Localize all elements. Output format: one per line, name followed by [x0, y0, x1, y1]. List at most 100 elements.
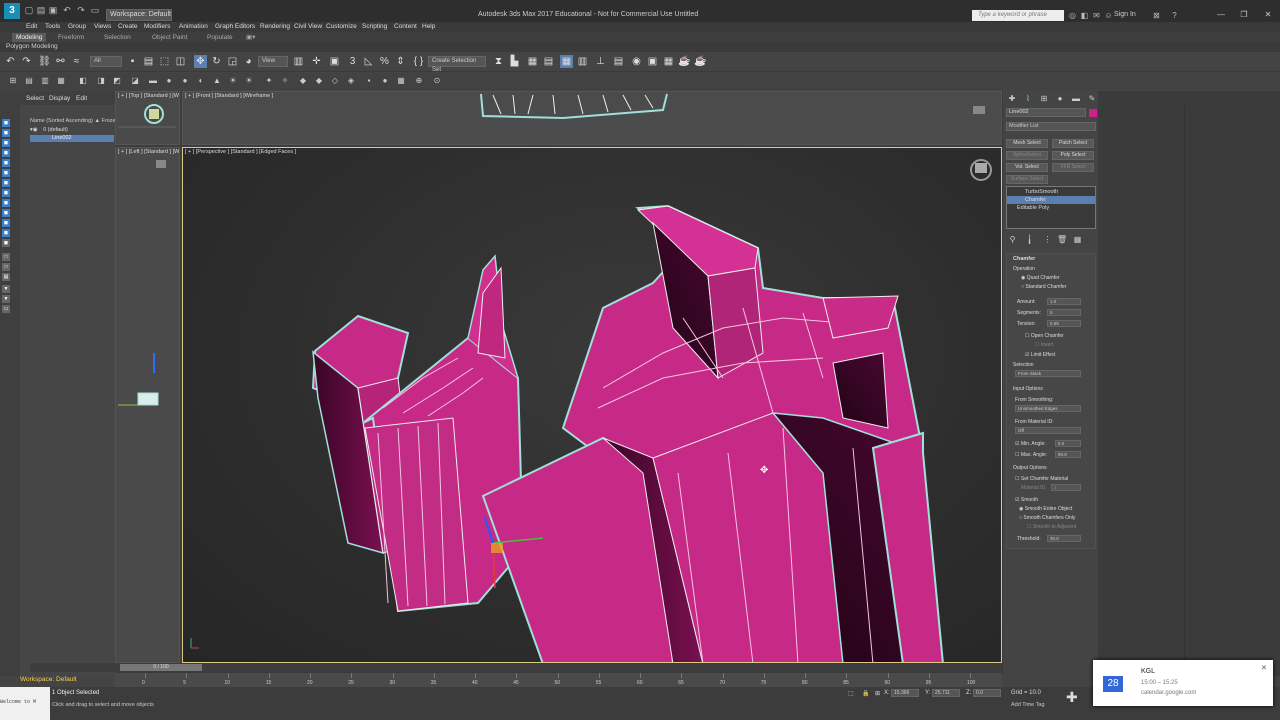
menu-tools[interactable]: Tools: [45, 23, 60, 30]
selection-dropdown[interactable]: From Stack: [1015, 370, 1081, 377]
viewcube-icon[interactable]: [970, 159, 992, 181]
tool-icon[interactable]: ●: [380, 76, 390, 86]
new-file-icon[interactable]: ▢: [24, 5, 34, 15]
menu-views[interactable]: Views: [94, 23, 111, 30]
link-icon[interactable]: ⛓: [38, 55, 51, 68]
bind-spacewarp-icon[interactable]: ≈: [70, 55, 83, 68]
restore-icon[interactable]: ❐: [1237, 10, 1251, 20]
tool-icon[interactable]: ⊞: [8, 76, 18, 86]
named-selection-dropdown[interactable]: Create Selection Set: [428, 56, 486, 73]
graphite-tools-icon[interactable]: ▥: [576, 55, 589, 68]
surface-select-button[interactable]: Surface Select: [1006, 175, 1048, 184]
tool-icon[interactable]: ▪: [364, 76, 374, 86]
z-coordinate-field[interactable]: 0.0: [973, 689, 1001, 697]
hierarchy-tab-icon[interactable]: ⊞: [1039, 94, 1049, 104]
filter-groups-icon[interactable]: ◼: [2, 179, 10, 187]
tool-icon[interactable]: ▥: [40, 76, 50, 86]
tool-icon[interactable]: ✦: [264, 76, 274, 86]
material-id-spinner[interactable]: 1: [1051, 484, 1081, 491]
menu-group[interactable]: Group: [68, 23, 86, 30]
layer-explorer-icon[interactable]: ▦: [526, 55, 539, 68]
menu-content[interactable]: Content: [394, 23, 417, 30]
explorer-row-object[interactable]: Line002: [30, 135, 114, 142]
display-none-icon[interactable]: □: [2, 253, 10, 261]
amount-spinner[interactable]: 1.0: [1047, 298, 1081, 305]
close-icon[interactable]: ✕: [1261, 10, 1275, 20]
viewport-front-label[interactable]: [ + ] [Front ] [Standard ] [Wireframe ]: [185, 93, 273, 99]
max-angle-spinner[interactable]: 90.0: [1055, 451, 1081, 458]
y-coordinate-field[interactable]: 25.711: [932, 689, 960, 697]
window-crossing-icon[interactable]: ◫: [174, 55, 187, 68]
remove-modifier-icon[interactable]: 🗑: [1057, 235, 1067, 244]
display-tab-icon[interactable]: ▬: [1071, 94, 1081, 104]
tool-icon[interactable]: ◧: [78, 76, 88, 86]
vol-select-button[interactable]: Vol. Select: [1006, 163, 1048, 172]
sphere-icon[interactable]: ◐: [196, 76, 206, 86]
unlink-icon[interactable]: ⚯: [54, 55, 67, 68]
angle-snap-icon[interactable]: ◺: [362, 55, 375, 68]
explorer-tab-select[interactable]: Select: [26, 95, 44, 102]
create-tab-icon[interactable]: ✚: [1007, 94, 1017, 104]
project-folder-icon[interactable]: ▭: [90, 5, 100, 15]
make-unique-icon[interactable]: ⋮: [1043, 235, 1052, 244]
tension-spinner[interactable]: 0.69: [1047, 320, 1081, 327]
utilities-tab-icon[interactable]: ✎: [1087, 94, 1097, 104]
search-input[interactable]: Type a keyword or phrase: [972, 10, 1064, 21]
sphere-icon[interactable]: ●: [164, 76, 174, 86]
subscription-icon[interactable]: ◧: [1080, 11, 1089, 20]
motion-tab-icon[interactable]: ●: [1055, 94, 1065, 104]
snaps-toggle-icon[interactable]: 3: [346, 55, 359, 68]
select-manipulate-icon[interactable]: ✛: [310, 55, 323, 68]
selection-lock-icon[interactable]: 🔒: [862, 690, 869, 697]
edit-named-sets-icon[interactable]: { }: [412, 55, 425, 68]
material-editor-icon[interactable]: ◉: [630, 55, 643, 68]
workspace-label[interactable]: Workspace: Default: [20, 676, 77, 683]
object-color-swatch[interactable]: [1089, 109, 1097, 117]
viewport-top-label[interactable]: [ + ] [Top ] [Standard ] [W: [118, 93, 179, 99]
smooth-entire-radio[interactable]: ◉ Smooth Entire Object: [1019, 506, 1072, 512]
keyboard-shortcut-icon[interactable]: ▣: [328, 55, 341, 68]
explorer-tab-display[interactable]: Display: [49, 95, 70, 102]
min-angle-spinner[interactable]: 5.0: [1055, 440, 1081, 447]
filter-hidden-icon[interactable]: ◼: [2, 229, 10, 237]
patch-select-button[interactable]: Patch Select: [1052, 139, 1094, 148]
filter-all-icon[interactable]: ◼: [2, 239, 10, 247]
viewport-top[interactable]: [ + ] [Top ] [Standard ] [W: [115, 91, 180, 145]
curve-editor-icon[interactable]: ⊥: [594, 55, 607, 68]
modifier-list-dropdown[interactable]: Modifier List: [1006, 122, 1096, 131]
polygon-modeling-label[interactable]: Polygon Modeling: [6, 43, 58, 50]
isolate-icon[interactable]: ⬚: [848, 690, 854, 697]
smoothing-dropdown[interactable]: Unsmoothed Edges: [1015, 405, 1081, 412]
viewport-front[interactable]: [ + ] [Front ] [Standard ] [Wireframe ]: [182, 91, 1002, 145]
viewport-left-label[interactable]: [ + ] [Left ] [Standard ] [W: [118, 149, 179, 155]
spinner-snap-icon[interactable]: ⇕: [394, 55, 407, 68]
filter-xrefs-icon[interactable]: ◼: [2, 189, 10, 197]
rendered-frame-icon[interactable]: ▦: [662, 55, 675, 68]
tool-icon[interactable]: ◨: [96, 76, 106, 86]
menu-scripting[interactable]: Scripting: [362, 23, 387, 30]
user-icon[interactable]: ☺: [1104, 11, 1113, 20]
set-chamfer-material-checkbox[interactable]: ☐ Set Chamfer Material: [1015, 476, 1068, 482]
viewport-left[interactable]: [ + ] [Left ] [Standard ] [W: [115, 147, 180, 663]
rollout-title[interactable]: Chamfer: [1013, 256, 1035, 262]
tool-icon[interactable]: ⊙: [432, 76, 442, 86]
filter-shapes-icon[interactable]: ◼: [2, 129, 10, 137]
selection-filter-dropdown[interactable]: All: [90, 56, 122, 67]
notification-close-icon[interactable]: ✕: [1261, 664, 1267, 672]
open-file-icon[interactable]: ▤: [36, 5, 46, 15]
left-viewcube-icon[interactable]: [156, 160, 166, 168]
tool-icon[interactable]: ▬: [148, 76, 158, 86]
toggle-ribbon-icon[interactable]: ▤: [542, 55, 555, 68]
pivot-center-icon[interactable]: ▥: [292, 55, 305, 68]
front-viewcube-icon[interactable]: [973, 106, 985, 114]
viewcube-face[interactable]: [975, 163, 987, 173]
filter-frozen-icon[interactable]: ◼: [2, 219, 10, 227]
show-end-result-icon[interactable]: ╽: [1025, 235, 1034, 244]
help-icon[interactable]: ?: [1170, 11, 1179, 20]
menu-edit[interactable]: Edit: [26, 23, 37, 30]
spline-select-button[interactable]: SplineSelect: [1006, 151, 1048, 160]
smooth-checkbox[interactable]: ☑ Smooth: [1015, 497, 1038, 503]
find-icon[interactable]: ▼: [2, 285, 10, 293]
render-setup-icon[interactable]: ▣: [646, 55, 659, 68]
invert-checkbox[interactable]: ☐ Invert: [1035, 342, 1053, 348]
